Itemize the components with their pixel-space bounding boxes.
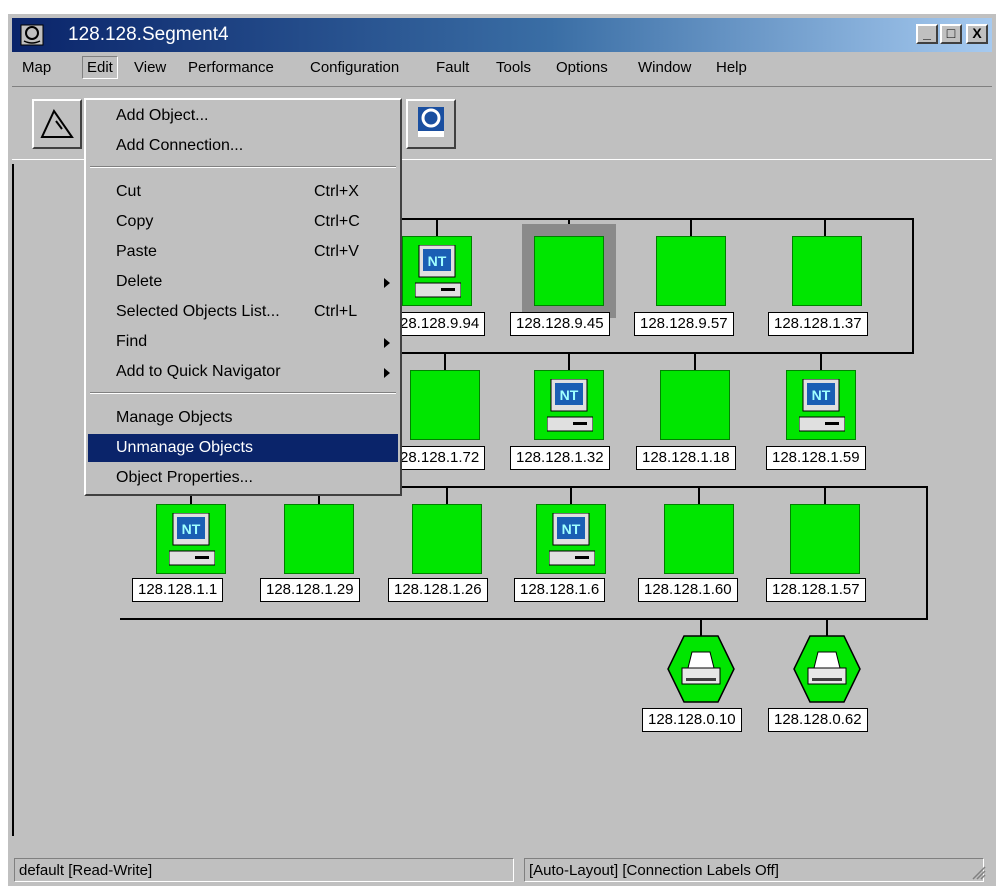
node-device[interactable] — [656, 236, 726, 306]
node-label: 128.128.1.59 — [766, 446, 866, 470]
window-title: 128.128.Segment4 — [68, 24, 229, 45]
svg-text:NT: NT — [560, 387, 579, 403]
hp-openview-icon — [418, 107, 444, 137]
drop-line — [444, 354, 446, 370]
status-mode: default [Read-Write] — [14, 858, 514, 882]
close-button[interactable]: X — [966, 24, 988, 44]
map-up-icon — [40, 108, 74, 138]
node-label: 128.128.1.1 — [132, 578, 224, 602]
svg-text:NT: NT — [182, 521, 201, 537]
segment-line-2 — [394, 352, 914, 354]
menu-item-delete[interactable]: Delete — [88, 268, 398, 296]
node-nt-host[interactable]: NT — [786, 370, 856, 440]
node-device-selected[interactable] — [534, 236, 604, 306]
node-device[interactable] — [412, 504, 482, 574]
segment-line-1 — [394, 218, 914, 220]
menu-item-find[interactable]: Find — [88, 328, 398, 356]
nt-computer-icon: NT — [415, 245, 461, 298]
drop-line — [568, 354, 570, 370]
toolbar-openview-button[interactable] — [406, 99, 456, 149]
node-device[interactable] — [284, 504, 354, 574]
menu-configuration[interactable]: Configuration — [306, 57, 403, 78]
menu-separator — [90, 392, 396, 394]
drop-line — [694, 354, 696, 370]
menu-item-paste[interactable]: Paste Ctrl+V — [88, 238, 398, 266]
svg-text:NT: NT — [562, 521, 581, 537]
drop-line — [824, 488, 826, 504]
node-label: 28.128.1.72 — [394, 446, 486, 470]
node-device[interactable] — [664, 504, 734, 574]
menu-performance[interactable]: Performance — [184, 57, 278, 78]
node-nt-host[interactable]: NT — [156, 504, 226, 574]
menu-fault[interactable]: Fault — [432, 57, 473, 78]
resize-grip-icon[interactable] — [970, 864, 986, 880]
node-label: 128.128.1.29 — [260, 578, 360, 602]
node-label: 128.128.1.37 — [768, 312, 868, 336]
menu-item-copy[interactable]: Copy Ctrl+C — [88, 208, 398, 236]
menu-item-add-connection[interactable]: Add Connection... — [88, 132, 398, 160]
node-nt-host[interactable]: NT — [534, 370, 604, 440]
submenu-arrow-icon — [384, 338, 390, 348]
status-bar: default [Read-Write] [Auto-Layout] [Conn… — [12, 856, 992, 884]
status-layout: [Auto-Layout] [Connection Labels Off] — [524, 858, 984, 882]
nt-computer-icon: NT — [547, 379, 593, 432]
menu-separator — [90, 166, 396, 168]
menu-item-object-properties[interactable]: Object Properties... — [88, 464, 398, 492]
menu-item-add-to-quick-navigator[interactable]: Add to Quick Navigator — [88, 358, 398, 386]
menu-help[interactable]: Help — [712, 57, 751, 78]
title-bar[interactable]: 128.128.Segment4 _ □ X — [12, 18, 992, 52]
node-label: 28.128.9.94 — [394, 312, 486, 336]
menu-edit[interactable]: Edit — [82, 56, 118, 79]
menu-bar: Map Edit View Performance Configuration … — [12, 54, 992, 82]
toolbar-home-button[interactable] — [32, 99, 82, 149]
node-label: 128.128.1.32 — [510, 446, 610, 470]
menu-item-manage-objects[interactable]: Manage Objects — [88, 404, 398, 432]
segment-line-1-end — [912, 218, 914, 354]
menu-item-selected-objects-list[interactable]: Selected Objects List... Ctrl+L — [88, 298, 398, 326]
minimize-button[interactable]: _ — [916, 24, 938, 44]
printer-label: 128.128.0.10 — [642, 708, 742, 732]
printer-icon[interactable] — [792, 634, 862, 704]
node-nt-host[interactable]: NT — [402, 236, 472, 306]
node-label: 128.128.1.18 — [636, 446, 736, 470]
node-label: 128.128.1.60 — [638, 578, 738, 602]
printer-icon[interactable] — [666, 634, 736, 704]
menu-item-unmanage-objects[interactable]: Unmanage Objects — [88, 434, 398, 462]
maximize-button[interactable]: □ — [940, 24, 962, 44]
node-nt-host[interactable]: NT — [536, 504, 606, 574]
node-label: 128.128.9.45 — [510, 312, 610, 336]
node-device[interactable] — [660, 370, 730, 440]
segment-line-4 — [120, 618, 928, 620]
node-device[interactable] — [410, 370, 480, 440]
drop-line — [820, 354, 822, 370]
nt-computer-icon: NT — [169, 513, 215, 566]
node-device[interactable] — [790, 504, 860, 574]
node-label: 128.128.1.57 — [766, 578, 866, 602]
drop-line — [698, 488, 700, 504]
segment-line-3-end — [926, 486, 928, 620]
svg-text:NT: NT — [812, 387, 831, 403]
submenu-arrow-icon — [384, 278, 390, 288]
menu-options[interactable]: Options — [552, 57, 612, 78]
menu-item-cut[interactable]: Cut Ctrl+X — [88, 178, 398, 206]
menu-tools[interactable]: Tools — [492, 57, 535, 78]
submenu-arrow-icon — [384, 368, 390, 378]
node-label: 128.128.1.26 — [388, 578, 488, 602]
node-label: 128.128.1.6 — [514, 578, 606, 602]
menu-map[interactable]: Map — [18, 57, 55, 78]
edit-menu-dropdown: Add Object... Add Connection... Cut Ctrl+… — [84, 98, 402, 496]
nt-computer-icon: NT — [799, 379, 845, 432]
drop-line — [570, 488, 572, 504]
node-label: 128.128.9.57 — [634, 312, 734, 336]
application-window: 128.128.Segment4 _ □ X Map Edit View Per… — [8, 14, 996, 886]
menu-view[interactable]: View — [130, 57, 170, 78]
menu-window[interactable]: Window — [634, 57, 695, 78]
drop-line — [446, 488, 448, 504]
nt-computer-icon: NT — [549, 513, 595, 566]
printer-label: 128.128.0.62 — [768, 708, 868, 732]
app-logo-icon — [20, 24, 44, 46]
menu-item-add-object[interactable]: Add Object... — [88, 102, 398, 130]
node-device[interactable] — [792, 236, 862, 306]
svg-text:NT: NT — [428, 253, 447, 269]
